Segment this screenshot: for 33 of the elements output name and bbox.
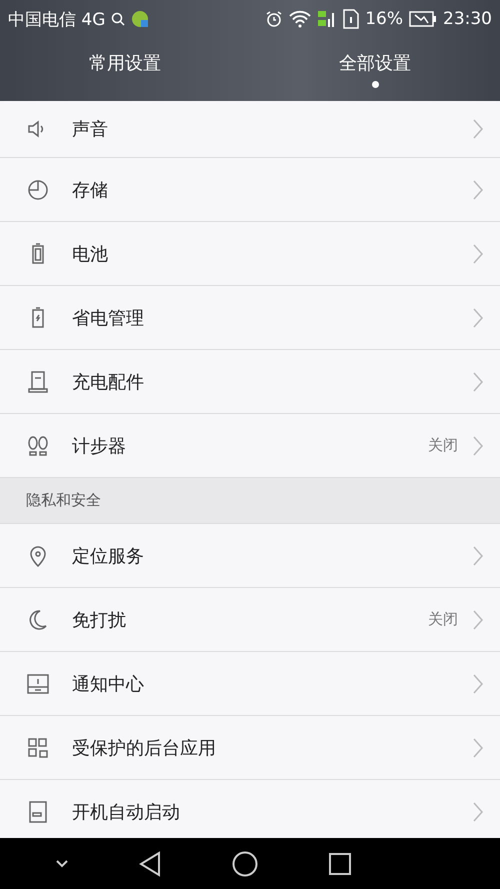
carrier-text: 中国电信 4G [8, 8, 106, 30]
back-icon[interactable] [138, 850, 162, 876]
recent-apps-icon[interactable] [328, 852, 352, 876]
chevron-right-icon [472, 370, 484, 392]
footprints-icon [26, 434, 50, 458]
status-value: 关闭 [428, 436, 458, 455]
app-icon [131, 10, 150, 28]
chevron-right-icon [472, 178, 484, 200]
chevron-right-icon [472, 672, 484, 694]
tab[interactable]: 常用设置 [0, 38, 250, 101]
chevron-right-icon [472, 434, 484, 456]
chevron-right-icon [472, 800, 484, 822]
chevron-down-icon[interactable] [54, 858, 69, 868]
chevron-right-icon [472, 306, 484, 328]
notification-panel-icon [26, 672, 50, 696]
section-header: 隐私和安全 [0, 478, 500, 524]
status-value: 关闭 [428, 610, 458, 629]
alarm-clock-icon [265, 10, 284, 28]
chevron-right-icon [472, 242, 484, 264]
wifi-icon [289, 10, 312, 28]
battery-charging-icon [409, 11, 437, 27]
pie-chart-icon [26, 178, 50, 202]
tab[interactable]: 全部设置 [250, 38, 500, 101]
battery-percentage: 16% [365, 9, 403, 29]
chevron-right-icon [472, 544, 484, 566]
chevron-right-icon [472, 736, 484, 758]
chevron-right-icon [472, 118, 484, 140]
home-icon[interactable] [232, 850, 258, 876]
sim-card-icon [343, 9, 360, 29]
clock-time: 23:30 [443, 9, 492, 29]
charger-icon [26, 370, 50, 394]
chevron-right-icon [472, 608, 484, 630]
search-icon [111, 12, 126, 26]
